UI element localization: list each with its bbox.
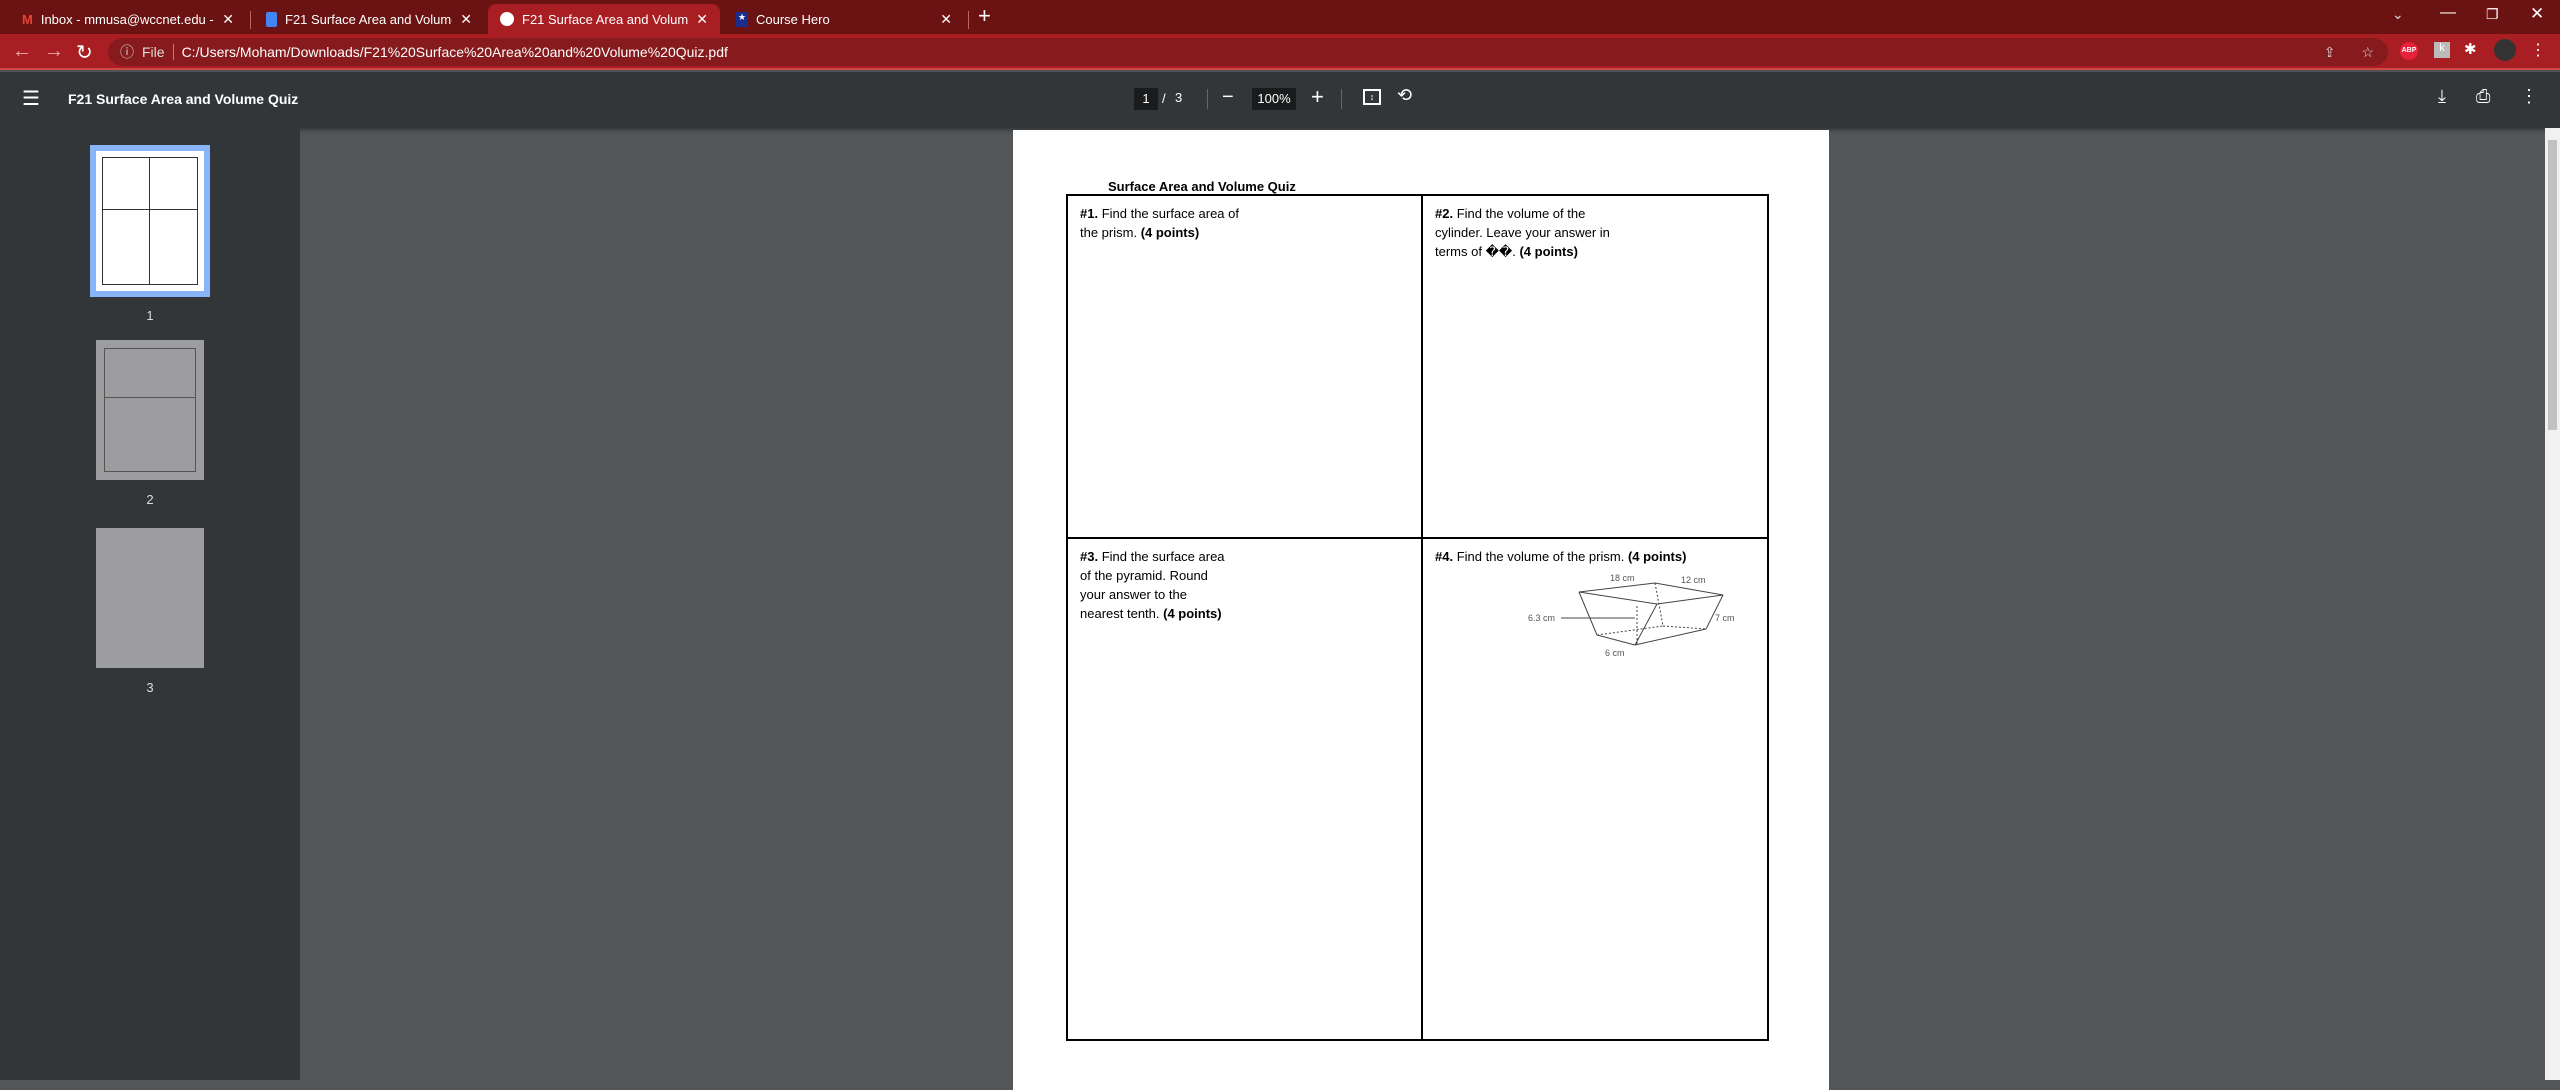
- prism-figure: 18 cm 12 cm 6.3 cm 7 cm 6 cm: [1528, 573, 1735, 658]
- tab-pdf[interactable]: F21 Surface Area and Volume Qu ✕: [488, 4, 720, 34]
- restore-button[interactable]: ❐: [2486, 6, 2499, 23]
- share-icon[interactable]: ⇪: [2324, 44, 2336, 61]
- star-icon[interactable]: ☆: [2361, 44, 2374, 61]
- thumbnail-sidebar: 1 2 3: [0, 128, 300, 1080]
- scrollbar-thumb[interactable]: [2548, 140, 2557, 430]
- k-extension-icon[interactable]: k: [2434, 42, 2450, 58]
- close-icon[interactable]: ✕: [460, 11, 472, 28]
- thumbnail-page-3[interactable]: [96, 528, 204, 668]
- zoom-input[interactable]: 100%: [1252, 88, 1296, 110]
- url-text[interactable]: C:/Users/Moham/Downloads/F21%20Surface%2…: [182, 44, 728, 60]
- more-options-icon[interactable]: ⋮: [2520, 86, 2538, 107]
- abp-extension-icon[interactable]: ABP: [2400, 42, 2418, 60]
- docs-icon: [266, 11, 277, 27]
- tab-search-button[interactable]: ⌄: [2392, 6, 2404, 23]
- page-number-input[interactable]: 1: [1134, 88, 1158, 110]
- globe-icon: [500, 12, 514, 26]
- svg-text:12 cm: 12 cm: [1681, 575, 1706, 585]
- question-3: #3. Find the surface area of the pyramid…: [1080, 549, 1225, 621]
- question-1: #1. Find the surface area of the prism. …: [1080, 206, 1239, 240]
- tab-docs[interactable]: F21 Surface Area and Volume Qu ✕: [254, 4, 484, 34]
- doc-title: Surface Area and Volume Quiz: [1108, 179, 1296, 194]
- svg-text:18 cm: 18 cm: [1610, 573, 1635, 583]
- sidebar-toggle-icon[interactable]: ☰: [22, 86, 40, 111]
- scrollbar[interactable]: [2545, 128, 2560, 1080]
- back-button[interactable]: ←: [12, 40, 32, 63]
- reload-button[interactable]: ↻: [76, 40, 93, 65]
- svg-text:6.3 cm: 6.3 cm: [1528, 613, 1555, 623]
- menu-icon[interactable]: ⋮: [2530, 40, 2546, 60]
- rotate-icon[interactable]: ⟲: [1397, 85, 1412, 106]
- question-4: #4. Find the volume of the prism. (4 poi…: [1435, 549, 1687, 564]
- pdf-toolbar: ☰ F21 Surface Area and Volume Quiz 1 / 3…: [0, 72, 2560, 128]
- print-icon[interactable]: ⎙: [2476, 86, 2490, 107]
- course-hero-icon: ★: [736, 11, 748, 27]
- zoom-in-button[interactable]: +: [1311, 84, 1324, 110]
- close-icon[interactable]: ✕: [696, 11, 708, 28]
- fit-page-icon[interactable]: ↕: [1363, 89, 1381, 105]
- gmail-icon: M: [22, 11, 33, 27]
- svg-text:7 cm: 7 cm: [1715, 613, 1735, 623]
- forward-button[interactable]: →: [44, 40, 64, 63]
- minimize-button[interactable]: —: [2440, 4, 2456, 22]
- address-bar-row: ← → ↻ ⓘ File C:/Users/Moham/Downloads/F2…: [0, 34, 2560, 70]
- close-icon[interactable]: ✕: [222, 11, 234, 28]
- thumbnail-page-2[interactable]: [96, 340, 204, 480]
- pdf-title: F21 Surface Area and Volume Quiz: [68, 91, 299, 107]
- total-pages: 3: [1175, 90, 1183, 105]
- close-icon[interactable]: ✕: [940, 11, 952, 28]
- avatar[interactable]: [2494, 39, 2516, 61]
- omnibox[interactable]: ⓘ File C:/Users/Moham/Downloads/F21%20Su…: [108, 38, 2388, 66]
- thumbnail-page-1[interactable]: [90, 145, 210, 297]
- close-window-button[interactable]: ✕: [2530, 4, 2544, 24]
- pdf-page: Surface Area and Volume Quiz #1. Find th…: [1013, 130, 1829, 1090]
- tab-inbox[interactable]: M Inbox - mmusa@wccnet.edu - W ✕: [10, 4, 246, 34]
- question-table: #1. Find the surface area of the prism. …: [1066, 194, 1769, 1041]
- question-2: #2. Find the volume of the cylinder. Lea…: [1435, 206, 1610, 259]
- zoom-out-button[interactable]: −: [1222, 86, 1234, 109]
- svg-text:6 cm: 6 cm: [1605, 648, 1625, 658]
- tab-course-hero[interactable]: ★ Course Hero ✕: [724, 4, 964, 34]
- puzzle-icon[interactable]: ✱: [2464, 40, 2477, 58]
- new-tab-button[interactable]: +: [978, 3, 991, 29]
- info-icon[interactable]: ⓘ: [120, 42, 134, 62]
- tab-strip: M Inbox - mmusa@wccnet.edu - W ✕ F21 Sur…: [0, 0, 2560, 34]
- download-icon[interactable]: ⤓: [2438, 86, 2446, 107]
